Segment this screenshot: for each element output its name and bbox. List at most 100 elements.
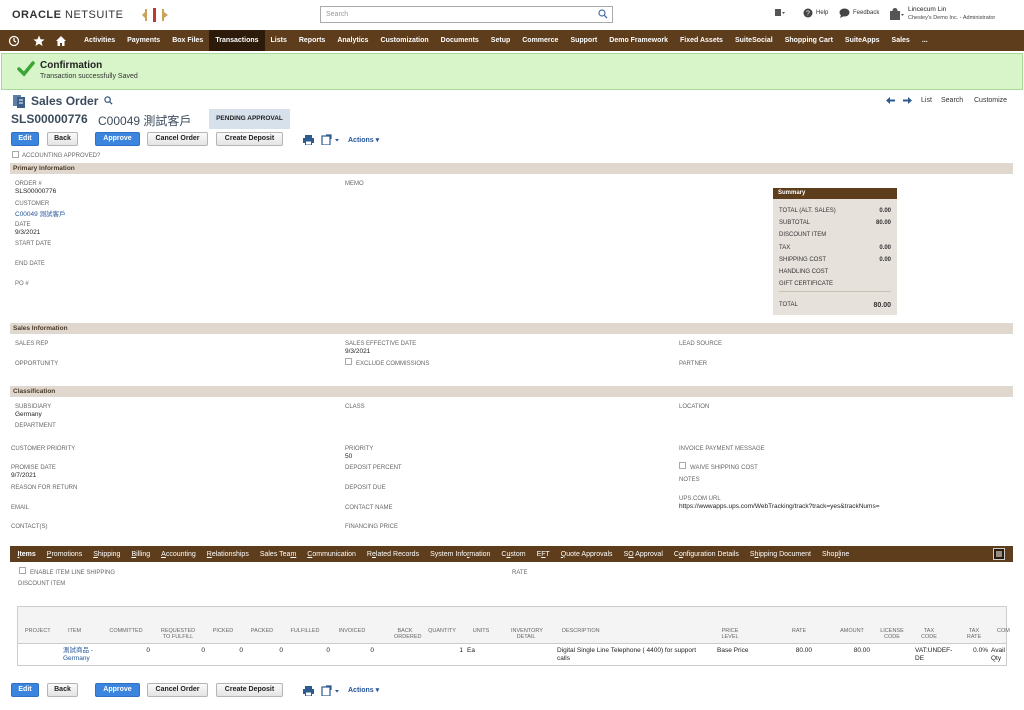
nav-item-shopping-cart[interactable]: Shopping Cart (779, 30, 839, 51)
customize-link[interactable]: Customize (974, 97, 1007, 104)
nav-item-suiteapps[interactable]: SuiteApps (839, 30, 886, 51)
feedback-link[interactable]: Feedback (839, 8, 879, 18)
cell-item[interactable]: 測試商品 - Germany (63, 647, 103, 663)
back-button[interactable]: Back (47, 132, 78, 146)
search-icon[interactable] (598, 9, 608, 19)
cancel-order-button[interactable]: Cancel Order (147, 132, 208, 146)
subtab-accounting[interactable]: Accounting (156, 551, 202, 558)
user-menu[interactable]: Lincecum Lin Chesley's Demo Inc. - Admin… (889, 6, 995, 22)
column-header[interactable]: PROJECT (25, 628, 55, 634)
column-header[interactable]: PRICE LEVEL (720, 628, 740, 640)
edit-button-bottom[interactable]: Edit (11, 683, 39, 697)
nav-item-box-files[interactable]: Box Files (166, 30, 209, 51)
back-button-bottom[interactable]: Back (47, 683, 78, 697)
subtab-shipping[interactable]: Shipping (88, 551, 126, 558)
column-header[interactable]: PACKED (250, 628, 274, 634)
column-header[interactable]: INVENTORY DETAIL (511, 628, 543, 640)
export-icon[interactable] (321, 134, 340, 145)
waive-shipping-checkbox[interactable] (679, 462, 686, 469)
help-link[interactable]: ? Help (803, 8, 828, 18)
subtab-menu-icon[interactable] (993, 548, 1005, 560)
column-header[interactable]: QUANTITY (426, 628, 458, 634)
subtab-configuration-details[interactable]: Configuration Details (668, 551, 744, 558)
subtab-communication[interactable]: Communication (302, 551, 362, 558)
subtab-custom[interactable]: Custom (496, 551, 531, 558)
enable-item-line-shipping-checkbox[interactable] (19, 567, 26, 574)
previous-arrow-icon[interactable] (886, 97, 895, 104)
subtab-related-records[interactable]: Related Records (361, 551, 424, 558)
column-header[interactable]: ITEM (68, 628, 93, 634)
global-search-input[interactable]: Search (320, 6, 613, 23)
column-header[interactable]: COM (997, 628, 1010, 634)
nav-item-customization[interactable]: Customization (374, 30, 434, 51)
nav-item-documents[interactable]: Documents (435, 30, 485, 51)
subtab-shopline[interactable]: Shopline (816, 551, 854, 558)
search-icon[interactable] (104, 96, 113, 105)
edit-button[interactable]: Edit (11, 132, 39, 146)
cell-description: Digital Single Line Telephone ( 4400) fo… (557, 647, 696, 662)
nav-item-sales[interactable]: Sales (886, 30, 916, 51)
nav-item-activities[interactable]: Activities (78, 30, 121, 51)
subtab-eft[interactable]: EFT (531, 551, 555, 558)
column-header[interactable]: REQUESTED TO FULFILL (158, 628, 198, 640)
nav-item-reports[interactable]: Reports (293, 30, 331, 51)
nav-item-demo-framework[interactable]: Demo Framework (603, 30, 674, 51)
favorites-star-icon[interactable] (28, 30, 50, 51)
confirmation-title: Confirmation (40, 60, 103, 71)
exclude-commissions-checkbox[interactable] (345, 358, 352, 365)
next-arrow-icon[interactable] (903, 97, 912, 104)
financing-price-label: FINANCING PRICE (345, 524, 399, 530)
search-link[interactable]: Search (941, 97, 963, 104)
accounting-approved-checkbox[interactable] (12, 151, 19, 158)
customer-link[interactable]: C00049 測試客戶 (15, 208, 66, 218)
subtab-items[interactable]: Items (12, 551, 41, 558)
print-icon[interactable] (303, 135, 314, 145)
nav-item-support[interactable]: Support (564, 30, 603, 51)
column-header[interactable]: FULFILLED (289, 628, 321, 634)
column-header[interactable]: DESCRIPTION (562, 628, 682, 634)
subtab-shipping-document[interactable]: Shipping Document (744, 551, 816, 558)
column-header[interactable]: PICKED (212, 628, 234, 634)
column-header[interactable]: TAX RATE (965, 628, 983, 640)
nav-item--[interactable]: ... (916, 30, 934, 51)
subtab-quote-approvals[interactable]: Quote Approvals (555, 551, 618, 558)
list-link[interactable]: List (921, 97, 932, 104)
home-icon[interactable] (50, 30, 72, 51)
subtab-sales-team[interactable]: Sales Team (254, 551, 301, 558)
create-deposit-button[interactable]: Create Deposit (216, 132, 283, 146)
column-header[interactable]: TAX CODE (919, 628, 939, 640)
cancel-order-button-bottom[interactable]: Cancel Order (147, 683, 208, 697)
approve-button-bottom[interactable]: Approve (95, 683, 140, 697)
column-header[interactable]: RATE (789, 628, 809, 634)
nav-item-fixed-assets[interactable]: Fixed Assets (674, 30, 729, 51)
nav-item-transactions[interactable]: Transactions (209, 30, 265, 51)
column-header[interactable]: INVOICED (337, 628, 367, 634)
create-deposit-button-bottom[interactable]: Create Deposit (216, 683, 283, 697)
nav-item-suitesocial[interactable]: SuiteSocial (729, 30, 779, 51)
nav-item-commerce[interactable]: Commerce (516, 30, 564, 51)
column-header[interactable]: BACK ORDERED (394, 628, 422, 640)
export-icon-bottom[interactable] (321, 685, 340, 696)
nav-item-setup[interactable]: Setup (485, 30, 516, 51)
subtab-so-approval[interactable]: SO Approval (618, 551, 668, 558)
recent-records-icon[interactable] (774, 8, 786, 18)
recent-icon[interactable] (0, 30, 28, 51)
nav-item-analytics[interactable]: Analytics (331, 30, 374, 51)
column-header[interactable]: UNITS (471, 628, 491, 634)
column-header[interactable]: LICENSE CODE (879, 628, 905, 640)
subtab-system-information[interactable]: System Information (425, 551, 496, 558)
subtab-relationships[interactable]: Relationships (201, 551, 254, 558)
nav-item-payments[interactable]: Payments (121, 30, 166, 51)
actions-menu[interactable]: Actions ▾ (348, 136, 379, 144)
nav-item-lists[interactable]: Lists (265, 30, 293, 51)
column-header[interactable]: COMMITTED (108, 628, 144, 634)
approve-button[interactable]: Approve (95, 132, 140, 146)
subtab-promotions[interactable]: Promotions (41, 551, 87, 558)
subtab-billing[interactable]: Billing (126, 551, 156, 558)
cell-tax-rate: 0.0% (973, 647, 988, 654)
department-label: DEPARTMENT (15, 423, 56, 429)
actions-menu-bottom[interactable]: Actions ▾ (348, 686, 379, 694)
netsuite-logo[interactable]: ORACLE NETSUITE (12, 9, 123, 21)
print-icon-bottom[interactable] (303, 686, 314, 696)
column-header[interactable]: AMOUNT (837, 628, 867, 634)
